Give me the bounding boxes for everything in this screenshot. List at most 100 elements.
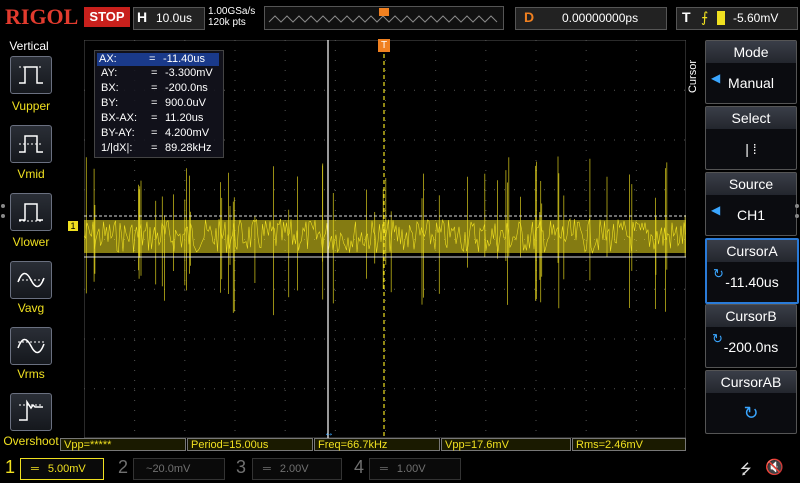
delay-display[interactable]: D 0.00000000ps bbox=[515, 7, 667, 30]
grid-dot bbox=[334, 430, 336, 431]
measurement-period[interactable]: Period=15.00us bbox=[187, 438, 313, 451]
vrms-button[interactable] bbox=[10, 327, 52, 365]
ch3-number[interactable]: 3 bbox=[236, 456, 246, 478]
grid-dot bbox=[594, 288, 595, 290]
vupper-button[interactable] bbox=[10, 56, 52, 94]
grid-dot bbox=[184, 170, 186, 171]
vavg-button[interactable] bbox=[10, 261, 52, 299]
grid-dot bbox=[184, 330, 186, 331]
grid-dot bbox=[624, 338, 625, 340]
grid-dot bbox=[664, 388, 665, 390]
grid-dot bbox=[144, 388, 145, 390]
grid-dot bbox=[334, 360, 336, 361]
grid-dot bbox=[585, 330, 587, 331]
grid-dot bbox=[544, 139, 545, 141]
cursor-ab-menu-item[interactable]: CursorAB ↻ bbox=[705, 370, 797, 434]
grid-dot bbox=[584, 189, 585, 191]
vmid-button[interactable] bbox=[10, 125, 52, 163]
grid-dot bbox=[484, 288, 485, 290]
grid-dot bbox=[334, 330, 336, 331]
grid-dot bbox=[534, 189, 535, 191]
grid-dot bbox=[585, 60, 587, 61]
grid-dot bbox=[585, 80, 587, 81]
grid-dot bbox=[585, 380, 587, 381]
grid-dot bbox=[344, 338, 345, 340]
grid-dot bbox=[324, 388, 325, 390]
speaker-muted-icon[interactable]: 🔇 bbox=[765, 458, 784, 476]
mode-menu-item[interactable]: Mode ◀ Manual bbox=[705, 40, 797, 104]
grid-dot bbox=[284, 110, 286, 111]
grid-dot bbox=[385, 70, 386, 71]
ch2-scale[interactable]: ~20.0mV bbox=[133, 458, 225, 480]
select-menu-item[interactable]: Select | ⁞ bbox=[705, 106, 797, 170]
grid-dot bbox=[535, 340, 537, 341]
run-stop-button[interactable]: STOP bbox=[84, 7, 130, 27]
grid-dot bbox=[535, 40, 537, 41]
grid-dot bbox=[204, 338, 205, 340]
grid-dot bbox=[485, 200, 487, 201]
grid-dot bbox=[535, 400, 537, 401]
grid-dot bbox=[514, 388, 515, 390]
ch3-scale[interactable]: ═ 2.00V bbox=[252, 458, 342, 480]
grid-dot bbox=[554, 89, 555, 91]
grid-dot bbox=[364, 139, 365, 141]
grid-dot bbox=[635, 120, 637, 121]
ch4-number[interactable]: 4 bbox=[354, 456, 364, 478]
ch1-offset-marker[interactable]: 1 bbox=[68, 221, 78, 231]
cursor-b-menu-item[interactable]: CursorB ↻ -200.0ns bbox=[705, 304, 797, 368]
grid-dot bbox=[84, 288, 85, 290]
grid-dot bbox=[374, 139, 375, 141]
grid-dot bbox=[214, 189, 215, 191]
grid-dot bbox=[334, 110, 336, 111]
trigger-display[interactable]: T ⨍ -5.60mV bbox=[676, 7, 798, 30]
measurement-vpp-star[interactable]: Vpp=***** bbox=[60, 438, 186, 451]
dc-coupling-icon: ═ bbox=[380, 463, 388, 475]
grid-dot bbox=[334, 200, 336, 201]
ch1-scale[interactable]: ═ 5.00mV bbox=[20, 458, 104, 480]
grid-dot bbox=[254, 288, 255, 290]
grid-dot bbox=[334, 280, 336, 281]
grid-dot bbox=[434, 338, 435, 340]
cursor-b-value: -200.0ns bbox=[723, 339, 779, 355]
grid-dot bbox=[404, 189, 405, 191]
overshoot-button[interactable] bbox=[10, 393, 52, 431]
grid-dot bbox=[284, 290, 286, 291]
vlower-button[interactable] bbox=[10, 193, 52, 231]
grid-dot bbox=[334, 170, 336, 171]
grid-dot bbox=[134, 410, 136, 411]
grid-dot bbox=[334, 60, 336, 61]
grid-dot bbox=[385, 340, 386, 341]
measurement-rms[interactable]: Rms=2.46mV bbox=[572, 438, 686, 451]
source-value: CH1 bbox=[736, 207, 765, 223]
vrms-label: Vrms bbox=[17, 367, 45, 381]
grid-dot bbox=[184, 189, 185, 191]
ch1-number[interactable]: 1 bbox=[5, 456, 15, 478]
grid-dot bbox=[384, 338, 385, 340]
ch2-number[interactable]: 2 bbox=[118, 456, 128, 478]
grid-dot bbox=[435, 210, 437, 211]
measurement-freq[interactable]: Freq=66.7kHz bbox=[314, 438, 440, 451]
grid-dot bbox=[134, 390, 136, 391]
grid-dot bbox=[485, 370, 487, 371]
grid-dot bbox=[414, 388, 415, 390]
cursor-row: AY: = -3.300mV bbox=[101, 67, 213, 79]
grid-dot bbox=[484, 338, 485, 340]
grid-dot bbox=[354, 189, 355, 191]
horizontal-timebase[interactable]: H 10.0us bbox=[133, 7, 205, 30]
grid-dot bbox=[294, 288, 295, 290]
grid-dot bbox=[344, 288, 345, 290]
grid-dot bbox=[435, 140, 437, 141]
source-menu-item[interactable]: Source ◀ CH1 bbox=[705, 172, 797, 236]
grid-dot bbox=[464, 338, 465, 340]
grid-dot bbox=[314, 189, 315, 191]
ch4-scale[interactable]: ═ 1.00V bbox=[369, 458, 461, 480]
trigger-position-marker[interactable]: T bbox=[378, 39, 390, 52]
ch2-scale-value: 20.0mV bbox=[152, 463, 191, 475]
source-title: Source bbox=[706, 173, 796, 195]
grid-dot bbox=[284, 338, 285, 340]
grid-dot bbox=[314, 89, 315, 91]
measurement-vpp[interactable]: Vpp=17.6mV bbox=[441, 438, 571, 451]
grid-dot bbox=[284, 390, 286, 391]
grid-dot bbox=[564, 89, 565, 91]
cursor-a-menu-item[interactable]: CursorA ↻ -11.40us bbox=[705, 238, 799, 304]
